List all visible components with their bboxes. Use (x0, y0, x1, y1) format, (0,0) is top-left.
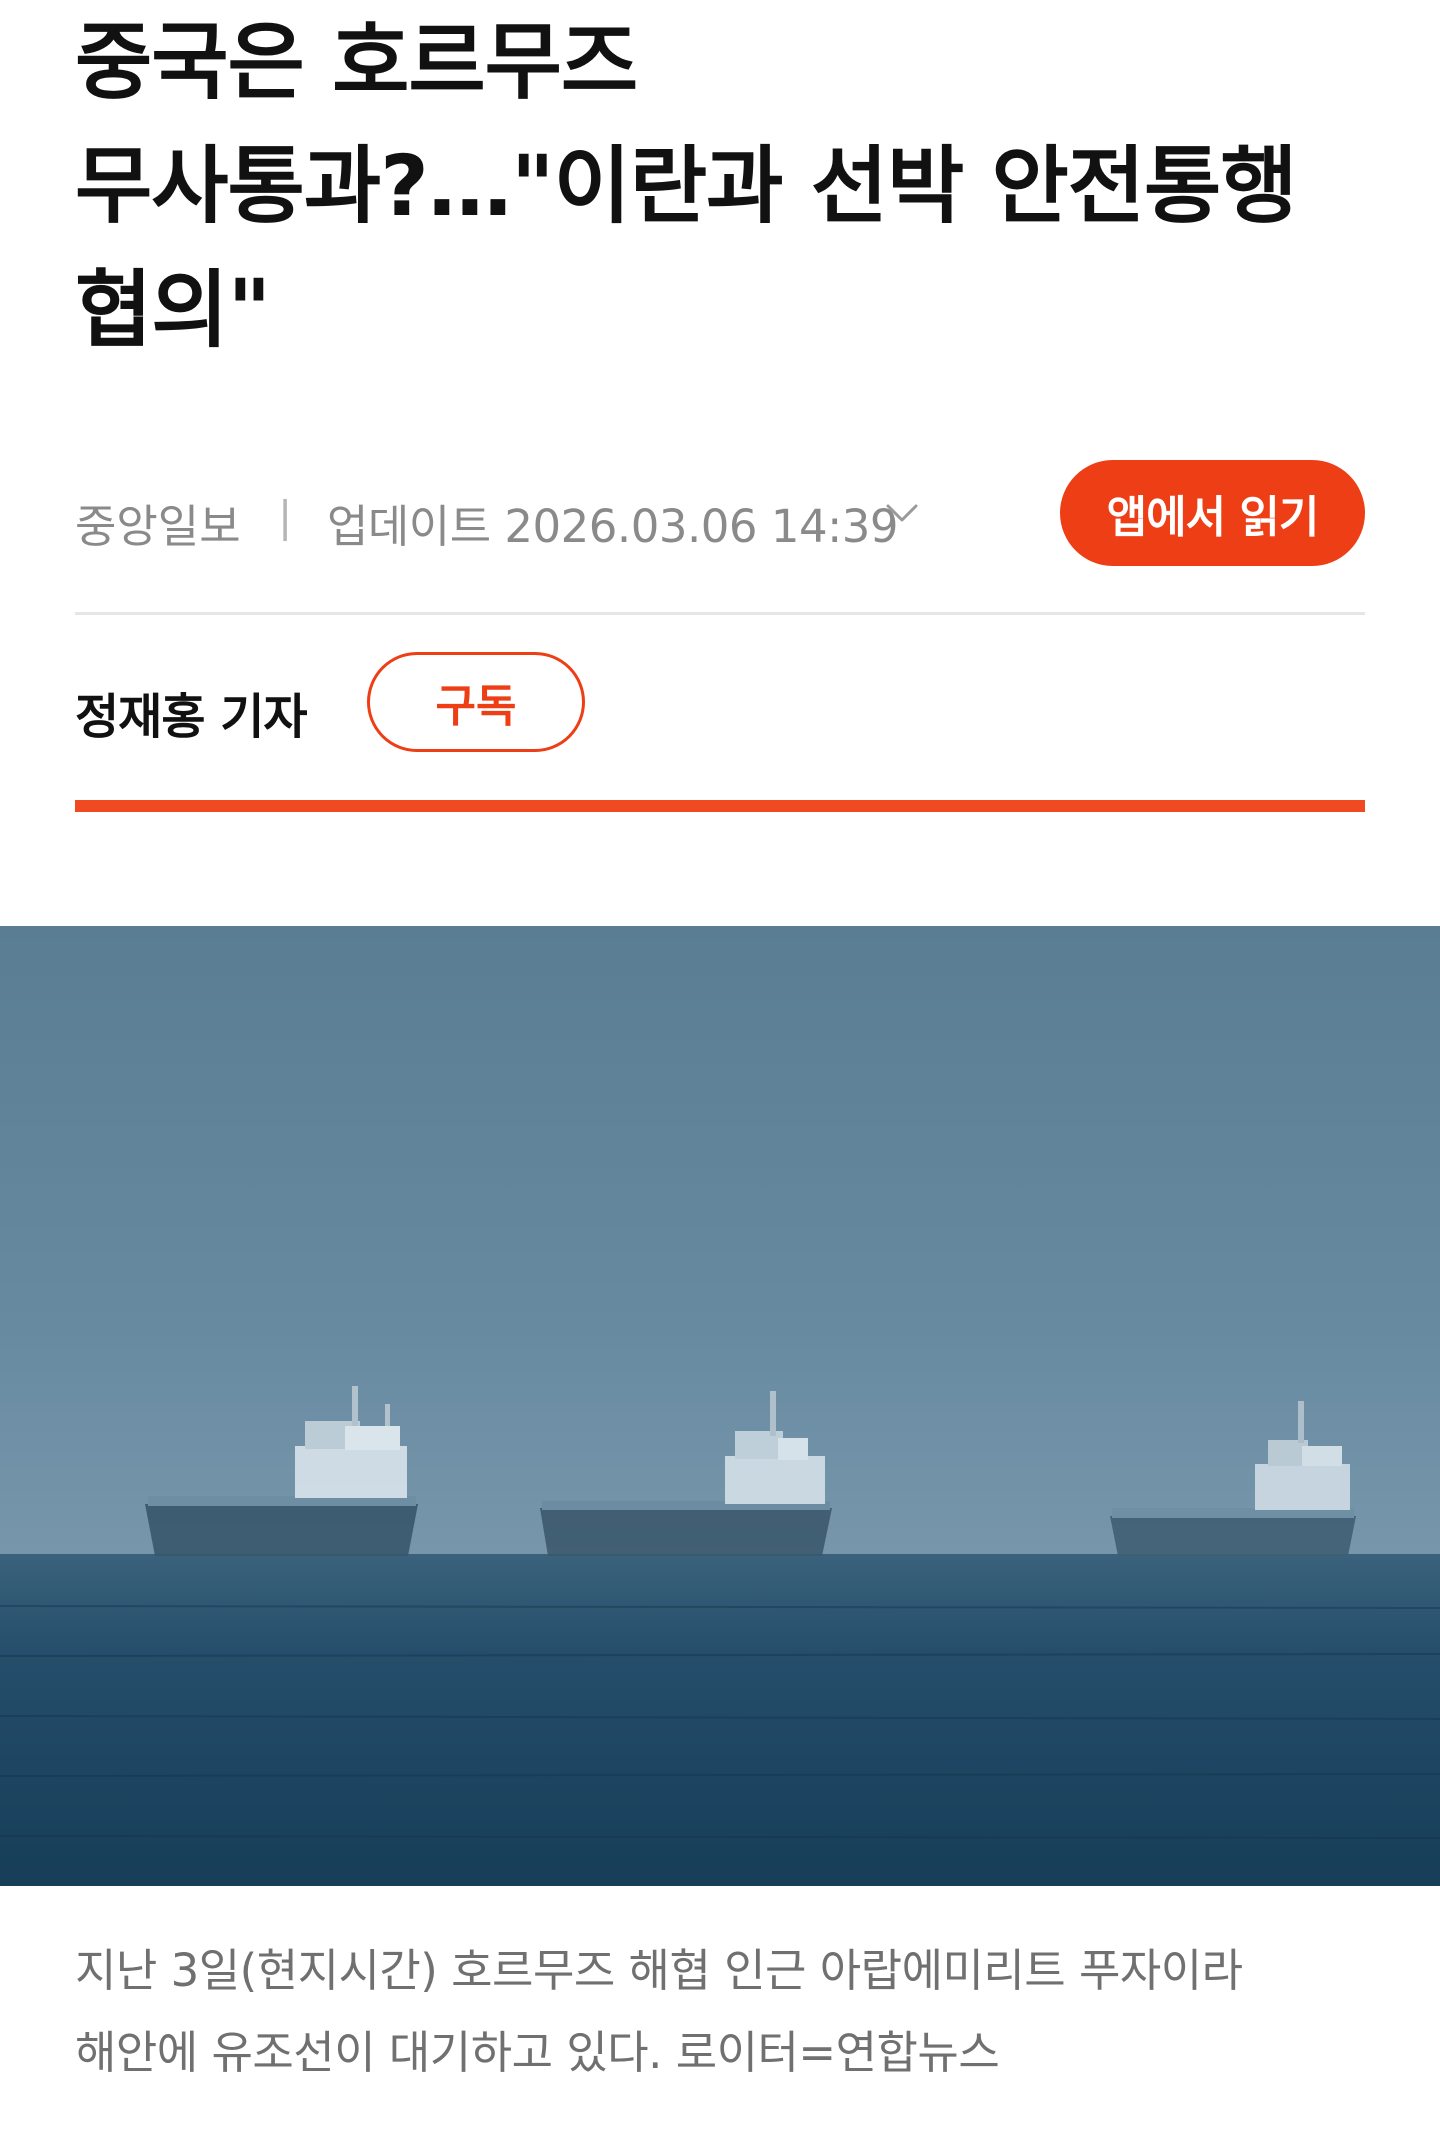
photo-caption: 지난 3일(현지시간) 호르무즈 해협 인근 아랍에미리트 푸자이라 해안에 유… (75, 1930, 1365, 2094)
article-page: 중국은 호르무즈 무사통과?…"이란과 선박 안전통행 협의" 중앙일보 | 업… (0, 0, 1440, 2131)
updated-timestamp: 업데이트 2026.03.06 14:39 (327, 500, 899, 553)
meta-divider (75, 612, 1365, 615)
chevron-down-icon[interactable] (883, 494, 921, 532)
caption-line-1: 지난 3일(현지시간) 호르무즈 해협 인근 아랍에미리트 푸자이라 (75, 1944, 1243, 1997)
article-photo (0, 926, 1440, 1886)
subscribe-button[interactable]: 구독 (367, 652, 585, 752)
article-headline: 중국은 호르무즈 무사통과?…"이란과 선박 안전통행 협의" (75, 0, 1365, 372)
headline-line-2: 무사통과?…"이란과 선박 안전통행 (75, 137, 1298, 235)
reporter-name[interactable]: 정재홍 기자 (75, 677, 308, 747)
read-in-app-button[interactable]: 앱에서 읽기 (1060, 460, 1365, 566)
publisher-name: 중앙일보 (75, 500, 241, 553)
article-meta: 중앙일보 | 업데이트 2026.03.06 14:39 앱에서 읽기 (75, 460, 1365, 570)
caption-line-2: 해안에 유조선이 대기하고 있다. 로이터=연합뉴스 (75, 2026, 1000, 2079)
byline: 정재홍 기자 구독 (75, 652, 1365, 758)
headline-line-3: 협의" (75, 261, 271, 359)
headline-line-1: 중국은 호르무즈 (75, 13, 638, 111)
accent-divider (75, 800, 1365, 812)
meta-separator: | (278, 492, 293, 541)
